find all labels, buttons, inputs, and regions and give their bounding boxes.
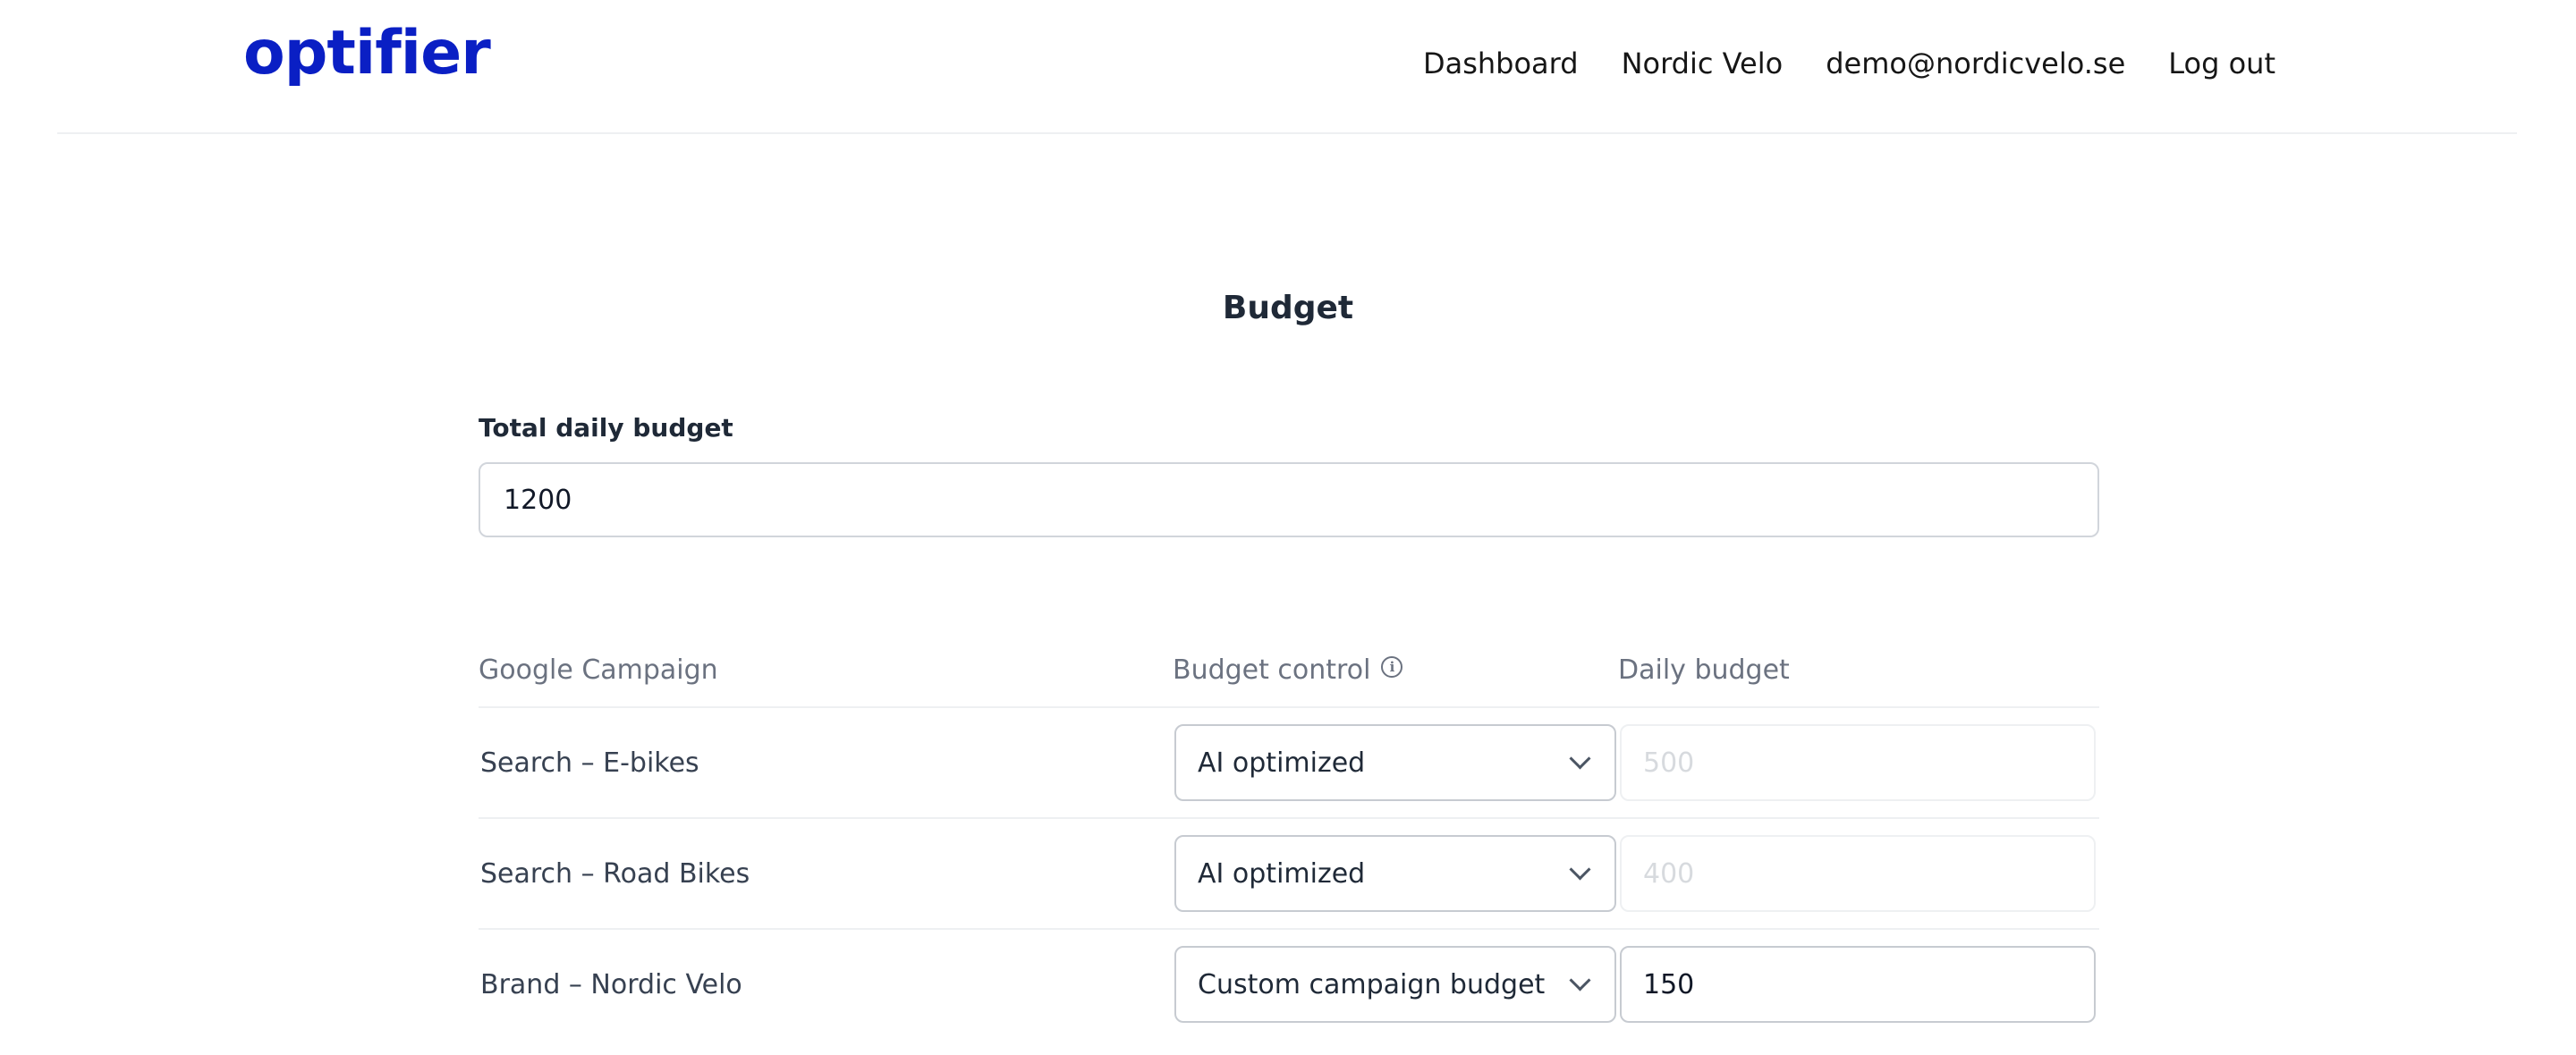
page-title: Budget bbox=[1222, 290, 1354, 326]
column-header-daily-budget: Daily budget bbox=[1618, 654, 1790, 686]
column-header-campaign-label: Google Campaign bbox=[479, 654, 718, 686]
column-header-budget-control-label: Budget control bbox=[1173, 654, 1371, 686]
campaign-budget-table: Google Campaign Budget control i Daily b… bbox=[479, 619, 2099, 1039]
total-daily-budget-input[interactable] bbox=[479, 462, 2099, 537]
budget-control-value: AI optimized bbox=[1198, 747, 1366, 779]
table-header: Google Campaign Budget control i Daily b… bbox=[479, 619, 2099, 708]
nav-logout-link[interactable]: Log out bbox=[2168, 46, 2275, 80]
chevron-down-icon bbox=[1569, 968, 1591, 992]
nav-account-link[interactable]: Nordic Velo bbox=[1622, 46, 1784, 80]
table-row: Search – E-bikes AI optimized bbox=[479, 708, 2099, 819]
table-row: Brand – Nordic Velo Custom campaign budg… bbox=[479, 930, 2099, 1039]
column-header-campaign: Google Campaign bbox=[479, 654, 718, 686]
campaign-name: Search – Road Bikes bbox=[480, 858, 750, 890]
budget-control-value: AI optimized bbox=[1198, 857, 1366, 890]
info-icon[interactable]: i bbox=[1381, 655, 1403, 678]
budget-control-select[interactable]: Custom campaign budget bbox=[1174, 946, 1616, 1023]
budget-control-select[interactable]: AI optimized bbox=[1174, 724, 1616, 801]
daily-budget-input bbox=[1620, 835, 2096, 912]
budget-form: Total daily budget Google Campaign Budge… bbox=[479, 413, 2099, 1023]
daily-budget-input[interactable] bbox=[1620, 946, 2096, 1023]
budget-control-value: Custom campaign budget bbox=[1198, 968, 1546, 1000]
chevron-down-icon bbox=[1569, 747, 1591, 770]
column-header-daily-budget-label: Daily budget bbox=[1618, 654, 1790, 686]
nav-user-email-link[interactable]: demo@nordicvelo.se bbox=[1826, 46, 2125, 80]
campaign-name: Brand – Nordic Velo bbox=[480, 969, 742, 1000]
column-header-budget-control: Budget control i bbox=[1173, 654, 1403, 686]
total-daily-budget-label: Total daily budget bbox=[479, 413, 733, 443]
daily-budget-input bbox=[1620, 724, 2096, 801]
table-row: Search – Road Bikes AI optimized bbox=[479, 819, 2099, 930]
budget-control-select[interactable]: AI optimized bbox=[1174, 835, 1616, 912]
nav-dashboard-link[interactable]: Dashboard bbox=[1423, 46, 1579, 80]
chevron-down-icon bbox=[1569, 857, 1591, 881]
campaign-name: Search – E-bikes bbox=[480, 747, 699, 779]
top-nav: Dashboard Nordic Velo demo@nordicvelo.se… bbox=[1423, 46, 2275, 80]
top-header: optifier Dashboard Nordic Velo demo@nord… bbox=[57, 0, 2517, 134]
optifier-logo[interactable]: optifier bbox=[243, 23, 491, 84]
